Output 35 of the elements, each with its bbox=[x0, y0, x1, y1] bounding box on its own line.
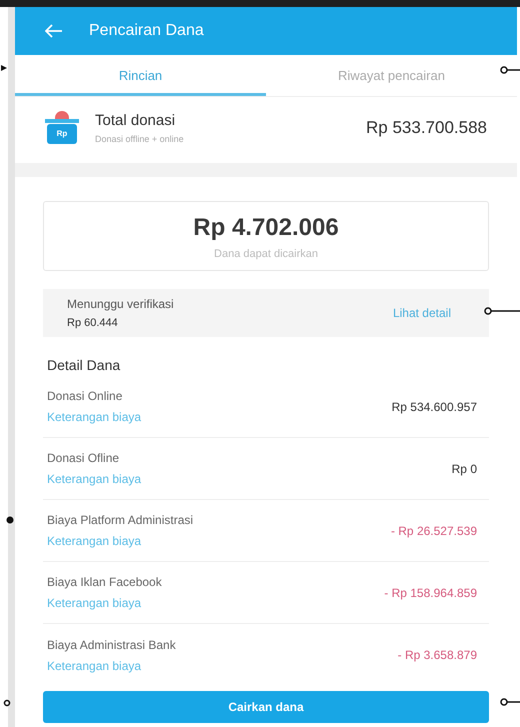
fee-info-link[interactable]: Keterangan biaya bbox=[47, 594, 162, 612]
pending-amount: Rp 60.444 bbox=[67, 316, 119, 331]
row-label: Donasi Ofline bbox=[47, 450, 120, 467]
fee-info-link[interactable]: Keterangan biaya bbox=[47, 408, 142, 426]
pointer-marker-icon bbox=[500, 698, 520, 706]
row-amount: Rp 0 bbox=[452, 460, 477, 478]
row-amount: - Rp 3.658.879 bbox=[398, 647, 477, 664]
tab[interactable]: Riwayat pencairan bbox=[266, 55, 517, 96]
available-amount: Rp 4.702.006 bbox=[193, 212, 339, 243]
fee-info-link[interactable]: Keterangan biaya bbox=[47, 656, 176, 674]
screen-title: Pencairan Dana bbox=[89, 21, 204, 41]
row-label: Biaya Platform Administrasi bbox=[47, 512, 194, 529]
row-label: Biaya Administrasi Bank bbox=[47, 636, 176, 654]
pointer-marker-icon bbox=[500, 66, 520, 74]
marker-icon bbox=[0, 64, 8, 72]
available-caption: Dana dapat dicairkan bbox=[214, 246, 318, 262]
back-arrow-icon[interactable] bbox=[45, 24, 63, 38]
tab[interactable]: Rincian bbox=[15, 55, 266, 96]
pending-label: Menunggu verifikasi bbox=[67, 296, 174, 313]
row-amount: - Rp 158.964.859 bbox=[384, 584, 477, 602]
withdraw-button[interactable]: Cairkan dana bbox=[43, 691, 489, 723]
fee-info-link[interactable]: Keterangan biaya bbox=[47, 532, 194, 550]
row-label: Biaya Iklan Facebook bbox=[47, 574, 162, 591]
section-heading: Detail Dana bbox=[46, 356, 122, 375]
total-subtitle: Donasi offline + online bbox=[95, 132, 184, 146]
total-label: Total donasi bbox=[95, 111, 176, 131]
fee-info-link[interactable]: Keterangan biaya bbox=[47, 470, 142, 488]
total-amount: Rp 533.700.588 bbox=[366, 117, 487, 140]
pointer-marker-icon bbox=[484, 307, 520, 315]
view-detail-link[interactable]: Lihat detail bbox=[392, 304, 451, 322]
row-amount: Rp 534.600.957 bbox=[392, 398, 477, 416]
marker-icon bbox=[3, 699, 11, 707]
row-amount: - Rp 26.527.539 bbox=[390, 522, 477, 540]
row-label: Donasi Online bbox=[47, 388, 124, 405]
marker-icon bbox=[6, 516, 14, 524]
